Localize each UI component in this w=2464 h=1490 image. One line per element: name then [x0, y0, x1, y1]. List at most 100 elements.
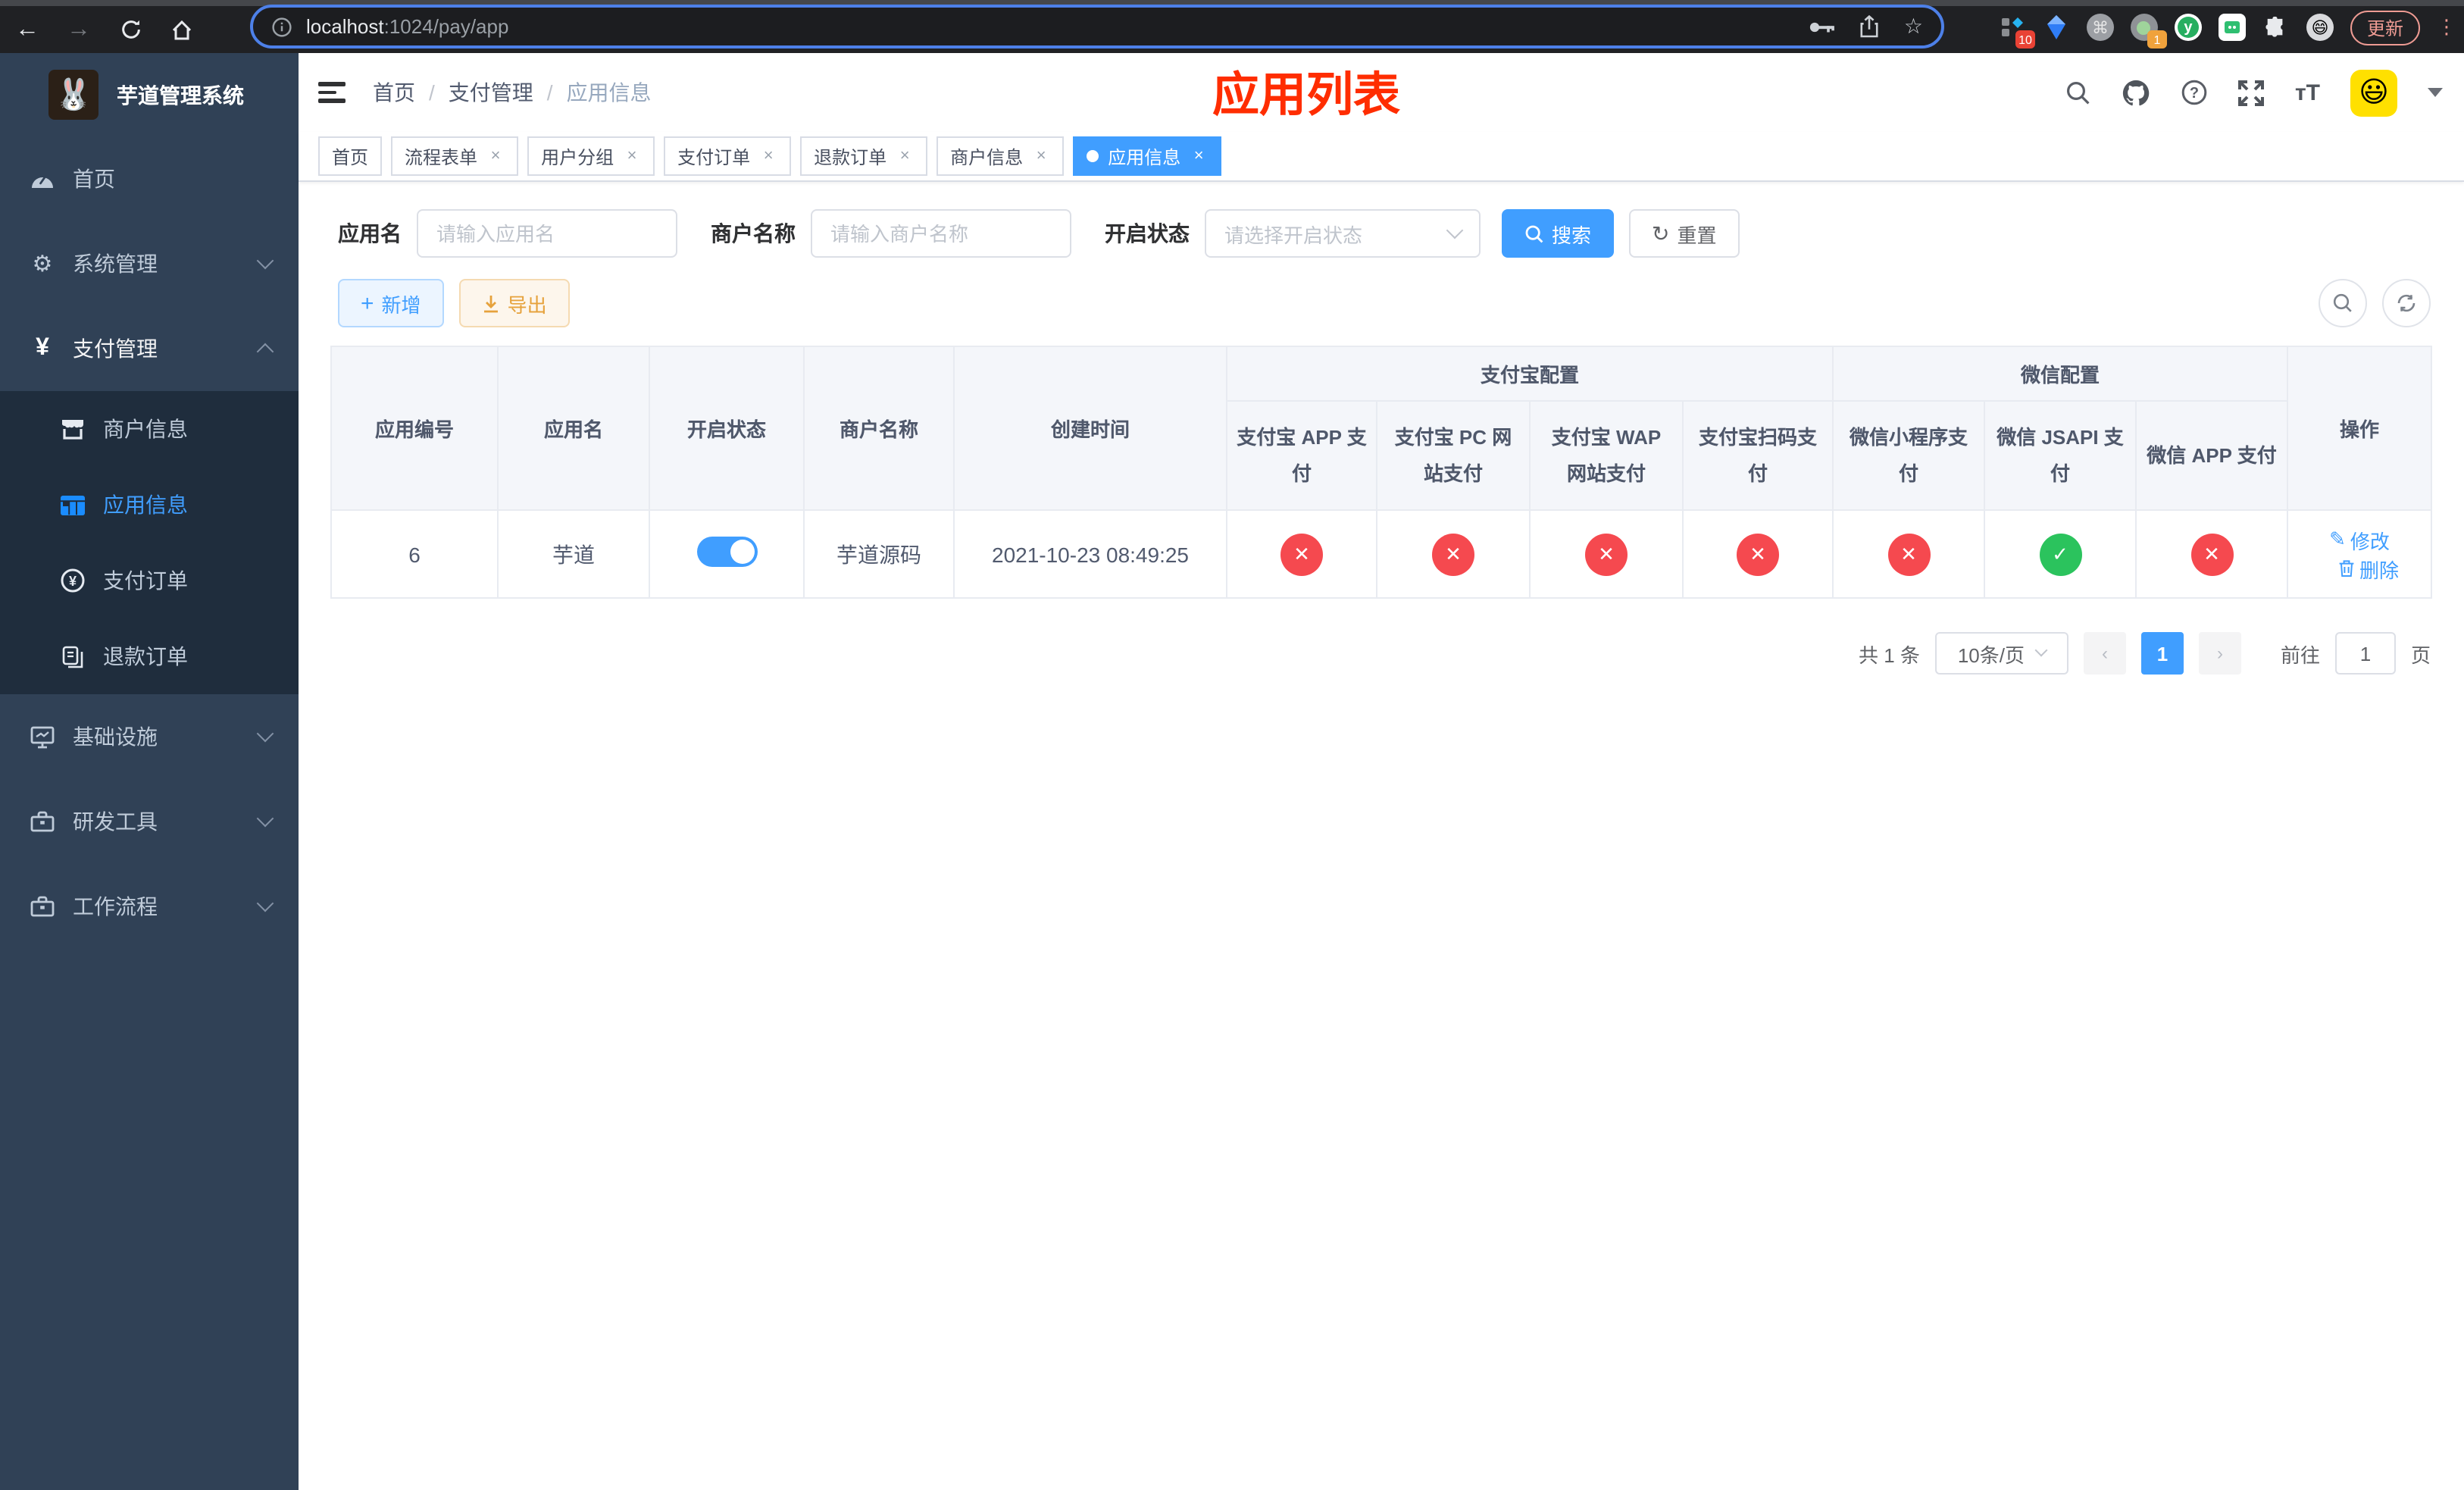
tab-close-icon[interactable]: [1190, 147, 1208, 165]
app-name-input[interactable]: [417, 209, 677, 258]
github-icon[interactable]: [2122, 78, 2151, 107]
export-button[interactable]: 导出: [458, 279, 570, 327]
browser-menu-icon[interactable]: ⋮: [2437, 15, 2456, 39]
sidebar-logo[interactable]: 🐰 芋道管理系统: [0, 53, 299, 136]
plus-icon: +: [361, 290, 374, 316]
col-header-wx-jsapi: 微信 JSAPI 支付: [1984, 400, 2137, 511]
extensions-puzzle-icon[interactable]: [2262, 14, 2290, 41]
col-header-alipay-app: 支付宝 APP 支付: [1226, 400, 1377, 511]
sidebar-item-merchant-info[interactable]: 商户信息: [0, 391, 299, 467]
col-header-alipay-qr: 支付宝扫码支付: [1681, 400, 1834, 511]
payment-submenu: 商户信息 应用信息 ¥ 支付订单 退款订单: [0, 391, 299, 694]
page-number-current[interactable]: 1: [2140, 632, 2184, 675]
logo-avatar: 🐰: [48, 70, 98, 120]
extension-blocks-icon[interactable]: 10: [1999, 14, 2035, 49]
sidebar-item-refund-order[interactable]: 退款订单: [0, 618, 299, 694]
sidebar-toggle-icon[interactable]: [318, 77, 349, 108]
search-button[interactable]: 搜索: [1502, 209, 1615, 258]
fullscreen-icon[interactable]: [2238, 80, 2265, 105]
tab-close-icon[interactable]: [896, 147, 914, 165]
status-select[interactable]: 请选择开启状态: [1205, 209, 1481, 258]
tab-merchant-info[interactable]: 商户信息: [937, 136, 1065, 176]
browser-home-icon[interactable]: [167, 14, 197, 45]
sidebar-item-infrastructure[interactable]: 基础设施: [0, 694, 299, 779]
main-area: 首页 / 支付管理 / 应用信息 应用列表 ? тT 😃 首页 流程表单 × 用…: [299, 53, 2464, 1490]
tab-refund-order[interactable]: 退款订单: [800, 136, 928, 176]
chevron-down-icon: [256, 809, 274, 828]
browser-back-icon[interactable]: ←: [12, 14, 42, 45]
breadcrumb-payment[interactable]: 支付管理: [449, 77, 533, 108]
user-menu-caret-icon[interactable]: [2428, 88, 2443, 97]
enabled-toggle[interactable]: [696, 537, 757, 567]
page-size-select[interactable]: 10条/页: [1934, 632, 2068, 675]
sidebar-item-workflow[interactable]: 工作流程: [0, 864, 299, 949]
address-bar[interactable]: localhost:1024/pay/app ☆: [250, 5, 1944, 49]
tab-close-icon[interactable]: [759, 147, 777, 165]
url-text[interactable]: localhost:1024/pay/app: [306, 15, 508, 38]
prev-page-button[interactable]: ‹: [2083, 632, 2126, 675]
tab-close-icon[interactable]: [1032, 147, 1050, 165]
toggle-search-button[interactable]: [2319, 279, 2367, 327]
sidebar-item-pay-order[interactable]: ¥ 支付订单: [0, 543, 299, 618]
next-page-button[interactable]: ›: [2198, 632, 2241, 675]
breadcrumb-home[interactable]: 首页: [373, 77, 415, 108]
merchant-name-input[interactable]: [811, 209, 1071, 258]
tab-app-info-active[interactable]: 应用信息: [1073, 136, 1222, 176]
user-avatar[interactable]: 😃: [2350, 69, 2397, 116]
table-toolbar: + 新增 导出: [299, 258, 2464, 327]
extension-y-icon[interactable]: y: [2174, 14, 2202, 41]
table-row: 6 芋道 芋道源码 2021-10-23 08:49:25 ✕ ✕ ✕ ✕ ✕ …: [330, 509, 2433, 599]
password-key-icon[interactable]: [1809, 17, 1836, 36]
tag-tabs-bar: 首页 流程表单 用户分组 支付订单 退款订单 商户信息 应用信息: [299, 132, 2464, 182]
documents-icon: [61, 644, 85, 668]
col-header-wx-app: 微信 APP 支付: [2135, 400, 2289, 511]
profile-avatar-icon[interactable]: 😄: [2306, 14, 2334, 41]
sidebar: 🐰 芋道管理系统 首页 ⚙ 系统管理 ¥ 支付管理 商户信息 应用信息 ¥ 支付…: [0, 53, 299, 1490]
font-size-icon[interactable]: тT: [2295, 80, 2320, 105]
svg-text:?: ?: [2190, 85, 2200, 102]
pagination-total: 共 1 条: [1859, 643, 1920, 666]
tab-close-icon[interactable]: [486, 147, 505, 165]
tab-process-form[interactable]: 流程表单: [391, 136, 519, 176]
grid-icon: [61, 493, 85, 517]
sidebar-item-devtools[interactable]: 研发工具: [0, 779, 299, 864]
col-header-merchant: 商户名称: [803, 346, 955, 511]
sidebar-item-system[interactable]: ⚙ 系统管理: [0, 221, 299, 306]
search-icon[interactable]: [2066, 80, 2092, 105]
help-icon[interactable]: ?: [2181, 79, 2209, 106]
download-icon: [482, 293, 500, 313]
browser-update-button[interactable]: 更新: [2350, 10, 2420, 45]
bookmark-star-icon[interactable]: ☆: [1904, 14, 1923, 39]
sidebar-item-home[interactable]: 首页: [0, 136, 299, 221]
browser-forward-icon[interactable]: →: [64, 14, 94, 45]
extension-gem-icon[interactable]: [2043, 14, 2070, 41]
extension-chat-icon[interactable]: [2218, 14, 2246, 41]
tab-pay-order[interactable]: 支付订单: [664, 136, 792, 176]
tab-user-group[interactable]: 用户分组: [527, 136, 655, 176]
extension-circle-icon[interactable]: 1: [2130, 14, 2167, 49]
status-alipay-wap-icon: ✕: [1585, 533, 1628, 575]
yen-circle-icon: ¥: [61, 568, 85, 593]
sidebar-item-app-info[interactable]: 应用信息: [0, 467, 299, 543]
extension-command-icon[interactable]: ⌘: [2086, 14, 2114, 41]
merchant-name-label: 商户名称: [711, 221, 796, 246]
filter-form: 应用名 商户名称 开启状态 请选择开启状态 搜索 ↻ 重置: [299, 182, 2464, 258]
share-icon[interactable]: [1860, 15, 1880, 38]
cell-app-id: 6: [330, 509, 499, 599]
col-header-ops: 操作: [2287, 346, 2433, 511]
edit-link[interactable]: ✎ 修改: [2329, 525, 2390, 554]
col-header-app-name: 应用名: [497, 346, 650, 511]
refresh-table-button[interactable]: [2382, 279, 2431, 327]
browser-reload-icon[interactable]: [115, 14, 145, 45]
tab-home[interactable]: 首页: [318, 136, 383, 176]
site-info-icon[interactable]: [271, 16, 292, 37]
tab-close-icon[interactable]: [623, 147, 641, 165]
extension-badge: 1: [2147, 30, 2167, 49]
delete-link[interactable]: 删除: [2338, 554, 2399, 583]
goto-page-input[interactable]: [2334, 632, 2396, 675]
col-header-status: 开启状态: [649, 346, 805, 511]
reset-button[interactable]: ↻ 重置: [1629, 209, 1740, 258]
sidebar-item-payment[interactable]: ¥ 支付管理: [0, 306, 299, 391]
group-header-alipay: 支付宝配置: [1225, 346, 1834, 402]
add-button[interactable]: + 新增: [338, 279, 444, 327]
